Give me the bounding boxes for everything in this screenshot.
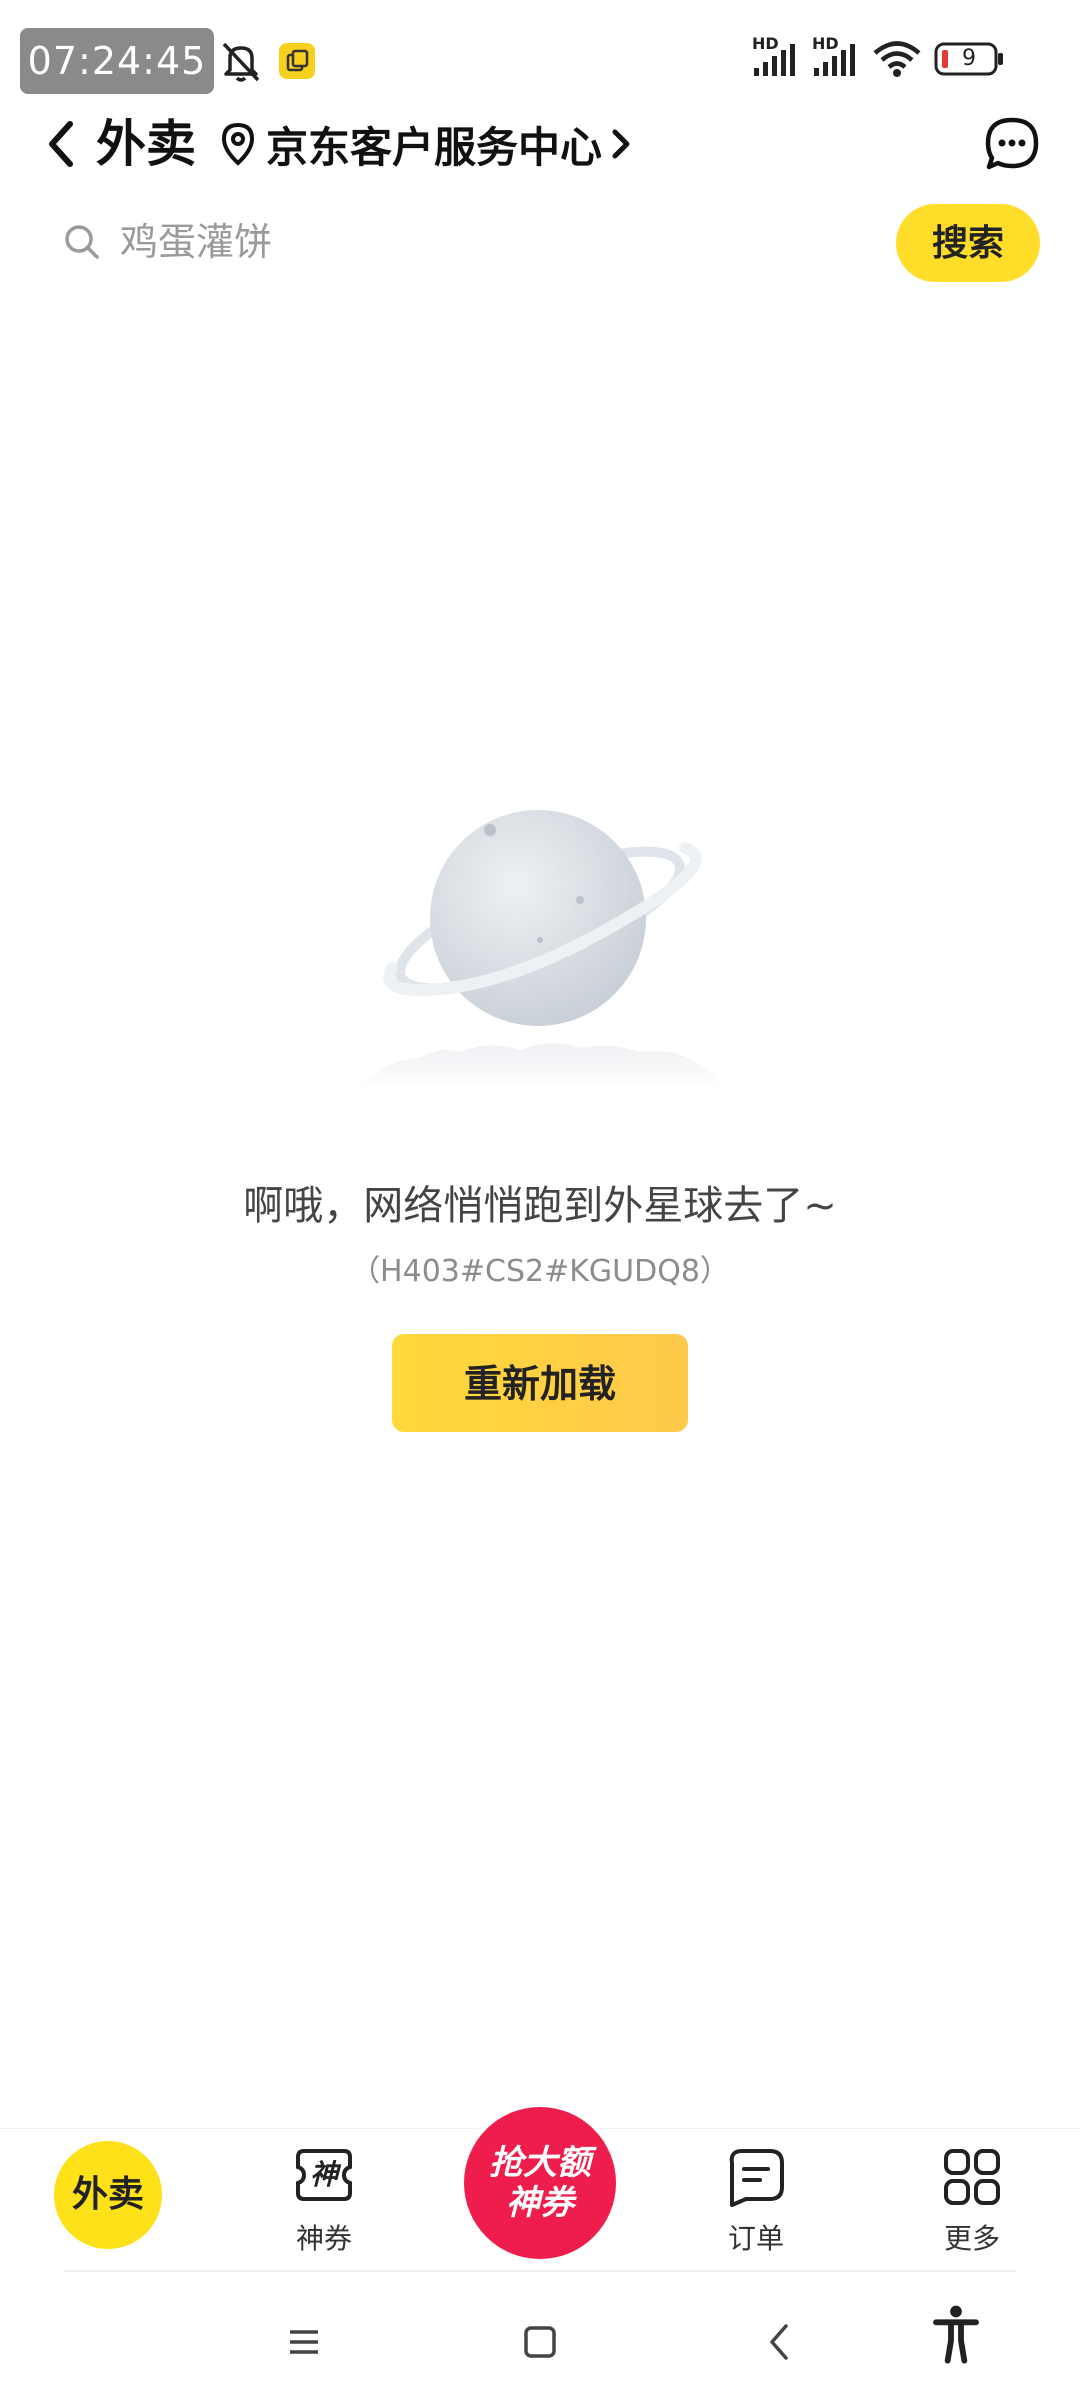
error-message: 啊哦，网络悄悄跑到外星球去了~ xyxy=(243,1183,837,1229)
page-title: 外卖 xyxy=(96,115,196,173)
more-grid-icon xyxy=(944,2149,1000,2205)
chevron-right-icon xyxy=(612,129,630,159)
back-icon[interactable] xyxy=(750,2312,810,2372)
location-text: 京东客户服务中心 xyxy=(266,122,603,172)
accessibility-icon[interactable] xyxy=(926,2304,986,2364)
location-selector[interactable]: 京东客户服务中心 xyxy=(220,108,632,180)
system-nav xyxy=(0,2272,1080,2400)
nav-coupon-label: 神券 xyxy=(295,2222,352,2255)
home-square-icon[interactable] xyxy=(510,2312,570,2372)
search-input[interactable] xyxy=(120,200,820,284)
battery-level: 9 xyxy=(962,46,976,71)
nav-item-more[interactable]: 更多 xyxy=(864,2129,1080,2271)
message-button[interactable] xyxy=(984,116,1040,172)
nav-home-label: 外卖 xyxy=(54,2141,162,2249)
signal-icon: HD xyxy=(812,34,864,78)
status-bar: 07:24:45 HD HD 9 xyxy=(0,0,1080,118)
search-button[interactable]: 搜索 xyxy=(896,204,1040,282)
bottom-nav: 外卖 神 神券 抢大额 神券 订单 更多 xyxy=(0,2107,1080,2271)
back-arrow-icon xyxy=(49,121,73,167)
menu-icon[interactable] xyxy=(274,2312,334,2372)
status-time: 07:24:45 xyxy=(27,39,207,83)
clipboard-icon xyxy=(279,43,315,79)
planet-icon xyxy=(360,810,720,1090)
coupon-icon-text: 神 xyxy=(309,2158,338,2191)
error-code: （H403#CS2#KGUDQ8） xyxy=(350,1254,730,1289)
location-pin-icon xyxy=(221,122,255,166)
message-icon xyxy=(985,117,1039,170)
nav-item-coupon[interactable]: 神 神券 xyxy=(216,2129,432,2271)
alarm-off-icon xyxy=(222,42,260,82)
signal-icon: HD xyxy=(752,34,804,78)
orders-icon xyxy=(729,2149,784,2207)
screen: 07:24:45 HD HD 9 外卖 京东客户服务中心 鸡蛋灌饼 搜索 啊哦，… xyxy=(0,0,1080,2400)
search-icon xyxy=(62,222,102,262)
battery-icon: 9 xyxy=(934,42,1006,76)
nav-more-label: 更多 xyxy=(943,2222,1000,2255)
promo-line-1: 抢大额 xyxy=(489,2143,591,2183)
nav-item-home[interactable]: 外卖 xyxy=(0,2129,216,2271)
reload-button[interactable]: 重新加载 xyxy=(392,1334,688,1432)
nav-item-orders[interactable]: 订单 xyxy=(648,2129,864,2271)
promo-line-2: 神券 xyxy=(506,2183,574,2223)
wifi-icon xyxy=(873,41,921,77)
back-button[interactable] xyxy=(40,112,80,176)
promo-button[interactable]: 抢大额 神券 xyxy=(464,2107,616,2259)
nav-orders-label: 订单 xyxy=(727,2222,784,2255)
coupon-icon: 神 xyxy=(294,2147,354,2203)
search-bar: 搜索 xyxy=(40,200,1040,284)
